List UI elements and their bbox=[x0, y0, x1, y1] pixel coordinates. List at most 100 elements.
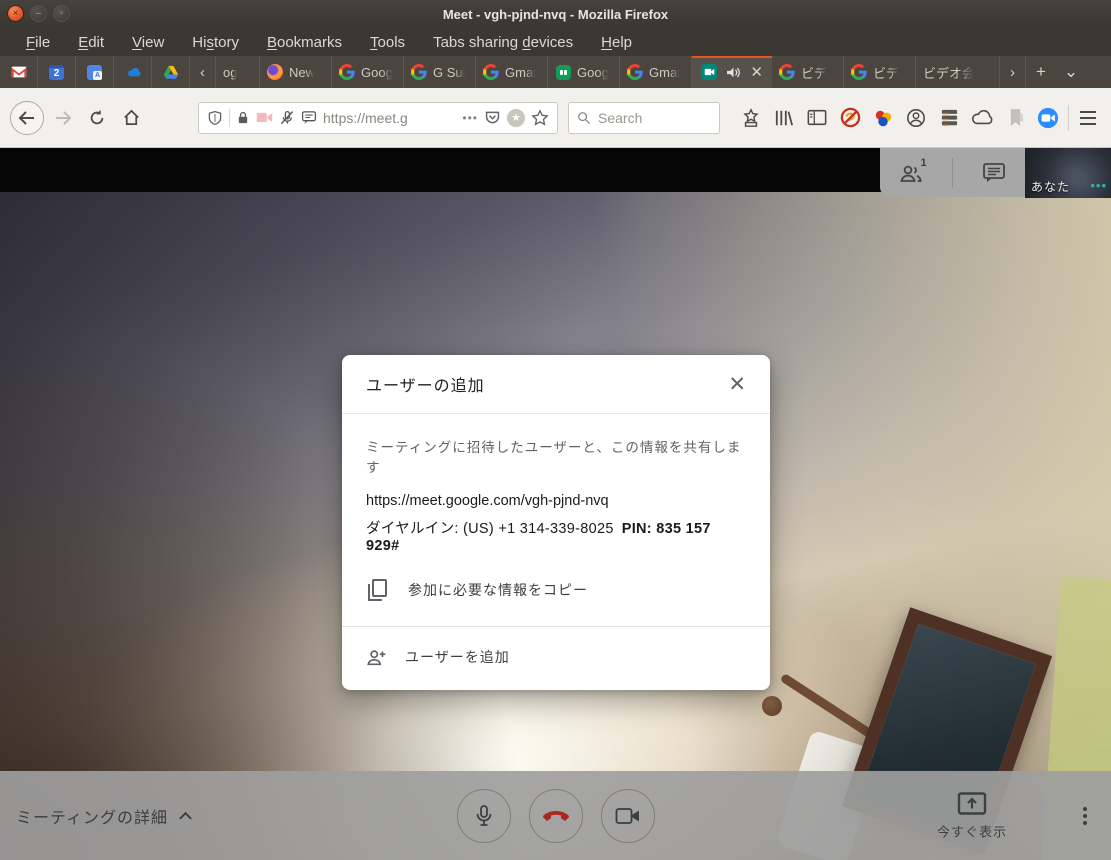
tab-5[interactable]: Goog bbox=[548, 56, 620, 88]
mute-microphone-button[interactable] bbox=[457, 789, 511, 843]
menu-file[interactable]: File bbox=[12, 31, 64, 54]
navigation-toolbar: https://meet.g ••• ★ bbox=[0, 88, 1111, 148]
more-options-button[interactable] bbox=[1083, 807, 1087, 825]
copy-joining-info-label: 参加に必要な情報をコピー bbox=[408, 580, 588, 600]
drive-icon bbox=[163, 65, 179, 80]
reload-button[interactable] bbox=[82, 103, 112, 133]
menu-tools[interactable]: Tools bbox=[356, 31, 419, 54]
pocket-icon[interactable] bbox=[484, 109, 501, 126]
tab-6[interactable]: Gmai bbox=[620, 56, 692, 88]
turn-off-camera-button[interactable] bbox=[601, 789, 655, 843]
tab-list-dropdown-button[interactable]: ⌄ bbox=[1056, 56, 1086, 88]
addon-star-button[interactable] bbox=[740, 107, 762, 129]
present-now-button[interactable]: 今すぐ表示 bbox=[937, 791, 1007, 840]
lock-icon[interactable] bbox=[236, 110, 250, 125]
pinned-tab-translate[interactable] bbox=[76, 56, 114, 88]
meeting-details-button[interactable]: ミーティングの詳細 bbox=[16, 804, 193, 828]
dialog-body: ミーティングに招待したユーザーと、この情報を共有します https://meet… bbox=[342, 414, 770, 602]
add-users-label: ユーザーを追加 bbox=[405, 647, 510, 667]
pinned-tab-gmail[interactable] bbox=[0, 56, 38, 88]
panel-separator bbox=[952, 158, 953, 188]
menu-view[interactable]: View bbox=[118, 31, 178, 54]
tab-title: Gmai bbox=[649, 65, 680, 80]
notification-bubble-icon[interactable] bbox=[301, 110, 317, 125]
window-title: Meet - vgh-pjnd-nvq - Mozilla Firefox bbox=[0, 7, 1111, 22]
camera-inuse-icon[interactable] bbox=[256, 111, 273, 124]
menu-edit[interactable]: Edit bbox=[64, 31, 118, 54]
star-circle-icon[interactable]: ★ bbox=[507, 109, 525, 127]
close-window-button[interactable]: × bbox=[7, 5, 24, 22]
tab-3[interactable]: G Sui bbox=[404, 56, 476, 88]
list-extension-button[interactable] bbox=[938, 107, 960, 129]
dial-in-number: ダイヤルイン: (US) +1 314-339-8025 bbox=[366, 521, 614, 537]
pinned-tab-calendar[interactable]: 2 bbox=[38, 56, 76, 88]
self-view-thumbnail[interactable]: あなた ••• bbox=[1025, 148, 1111, 198]
menu-history[interactable]: History bbox=[178, 31, 253, 54]
hang-up-button[interactable] bbox=[529, 789, 583, 843]
bookmark-star-icon[interactable] bbox=[531, 109, 549, 127]
tab-10[interactable]: ビデオ会 bbox=[916, 56, 1000, 88]
dialog-header: ユーザーの追加 ✕ bbox=[342, 355, 770, 414]
search-bar[interactable] bbox=[568, 102, 720, 134]
account-button[interactable] bbox=[905, 107, 927, 129]
tab-4[interactable]: Gmai bbox=[476, 56, 548, 88]
menu-help[interactable]: Help bbox=[587, 31, 646, 54]
home-button[interactable] bbox=[116, 103, 146, 133]
present-now-label: 今すぐ表示 bbox=[937, 821, 1007, 840]
overflow-dots-icon[interactable]: ••• bbox=[462, 111, 478, 125]
participants-button[interactable]: 1 bbox=[891, 153, 931, 193]
add-users-button[interactable]: ユーザーを追加 bbox=[342, 627, 770, 690]
tab-8[interactable]: ビデ bbox=[772, 56, 844, 88]
pinned-tab-onedrive[interactable] bbox=[114, 56, 152, 88]
url-bar[interactable]: https://meet.g ••• ★ bbox=[198, 102, 558, 134]
flag-extension-icon bbox=[1008, 108, 1023, 127]
tab-close-icon[interactable]: ✕ bbox=[750, 65, 763, 80]
tracking-shield-icon[interactable] bbox=[207, 110, 223, 126]
scroll-tabs-left-button[interactable]: ‹ bbox=[190, 56, 216, 88]
minimize-window-button[interactable]: – bbox=[30, 5, 47, 22]
back-button[interactable] bbox=[10, 101, 44, 135]
new-tab-button[interactable]: + bbox=[1026, 56, 1056, 88]
pinned-tab-drive[interactable] bbox=[152, 56, 190, 88]
menu-hamburger-button[interactable] bbox=[1075, 111, 1101, 125]
list-extension-icon bbox=[940, 108, 959, 127]
flag-extension-button[interactable] bbox=[1004, 107, 1026, 129]
tab-0[interactable]: og bbox=[216, 56, 260, 88]
maximize-window-button[interactable]: ▫ bbox=[53, 5, 70, 22]
video-camera-icon bbox=[615, 807, 641, 825]
forward-button[interactable] bbox=[48, 103, 78, 133]
toolbar-separator bbox=[1068, 105, 1069, 131]
tab-9[interactable]: ビデ bbox=[844, 56, 916, 88]
sidebar-button[interactable] bbox=[806, 107, 828, 129]
google-icon bbox=[411, 64, 427, 80]
audio-level-dots: ••• bbox=[1090, 178, 1107, 193]
tab-title: ビデ bbox=[873, 63, 899, 82]
add-users-dialog: ユーザーの追加 ✕ ミーティングに招待したユーザーと、この情報を共有します ht… bbox=[342, 355, 770, 690]
chat-button[interactable] bbox=[974, 153, 1014, 193]
cloud-button[interactable] bbox=[971, 107, 993, 129]
tab-2[interactable]: Goog bbox=[332, 56, 404, 88]
library-button[interactable] bbox=[773, 107, 795, 129]
scroll-tabs-right-button[interactable]: › bbox=[1000, 56, 1026, 88]
dialog-close-icon[interactable]: ✕ bbox=[728, 374, 746, 395]
copy-joining-info-button[interactable]: 参加に必要な情報をコピー bbox=[366, 578, 746, 602]
menu-bookmarks[interactable]: Bookmarks bbox=[253, 31, 356, 54]
tab-speaker-icon[interactable] bbox=[726, 66, 741, 79]
mic-blocked-icon[interactable] bbox=[279, 110, 295, 126]
call-controls bbox=[457, 789, 655, 843]
forward-arrow-icon bbox=[53, 108, 73, 128]
color-balls-extension-button[interactable] bbox=[872, 107, 894, 129]
tab-1[interactable]: New bbox=[260, 56, 332, 88]
firefox-window: × – ▫ Meet - vgh-pjnd-nvq - Mozilla Fire… bbox=[0, 0, 1111, 860]
tab-active-meet[interactable]: ✕ bbox=[692, 56, 772, 88]
noscript-button[interactable] bbox=[839, 107, 861, 129]
chevron-up-icon bbox=[178, 811, 193, 821]
google-icon bbox=[851, 64, 867, 80]
zoom-extension-button[interactable] bbox=[1037, 107, 1059, 129]
search-input[interactable] bbox=[598, 110, 698, 126]
extension-icons bbox=[740, 107, 1059, 129]
tab-title: Gmai bbox=[505, 65, 536, 80]
cloud-icon bbox=[971, 110, 993, 125]
zoom-extension-icon bbox=[1037, 107, 1059, 129]
menu-tabs-sharing-devices[interactable]: Tabs sharing devices bbox=[419, 31, 587, 54]
